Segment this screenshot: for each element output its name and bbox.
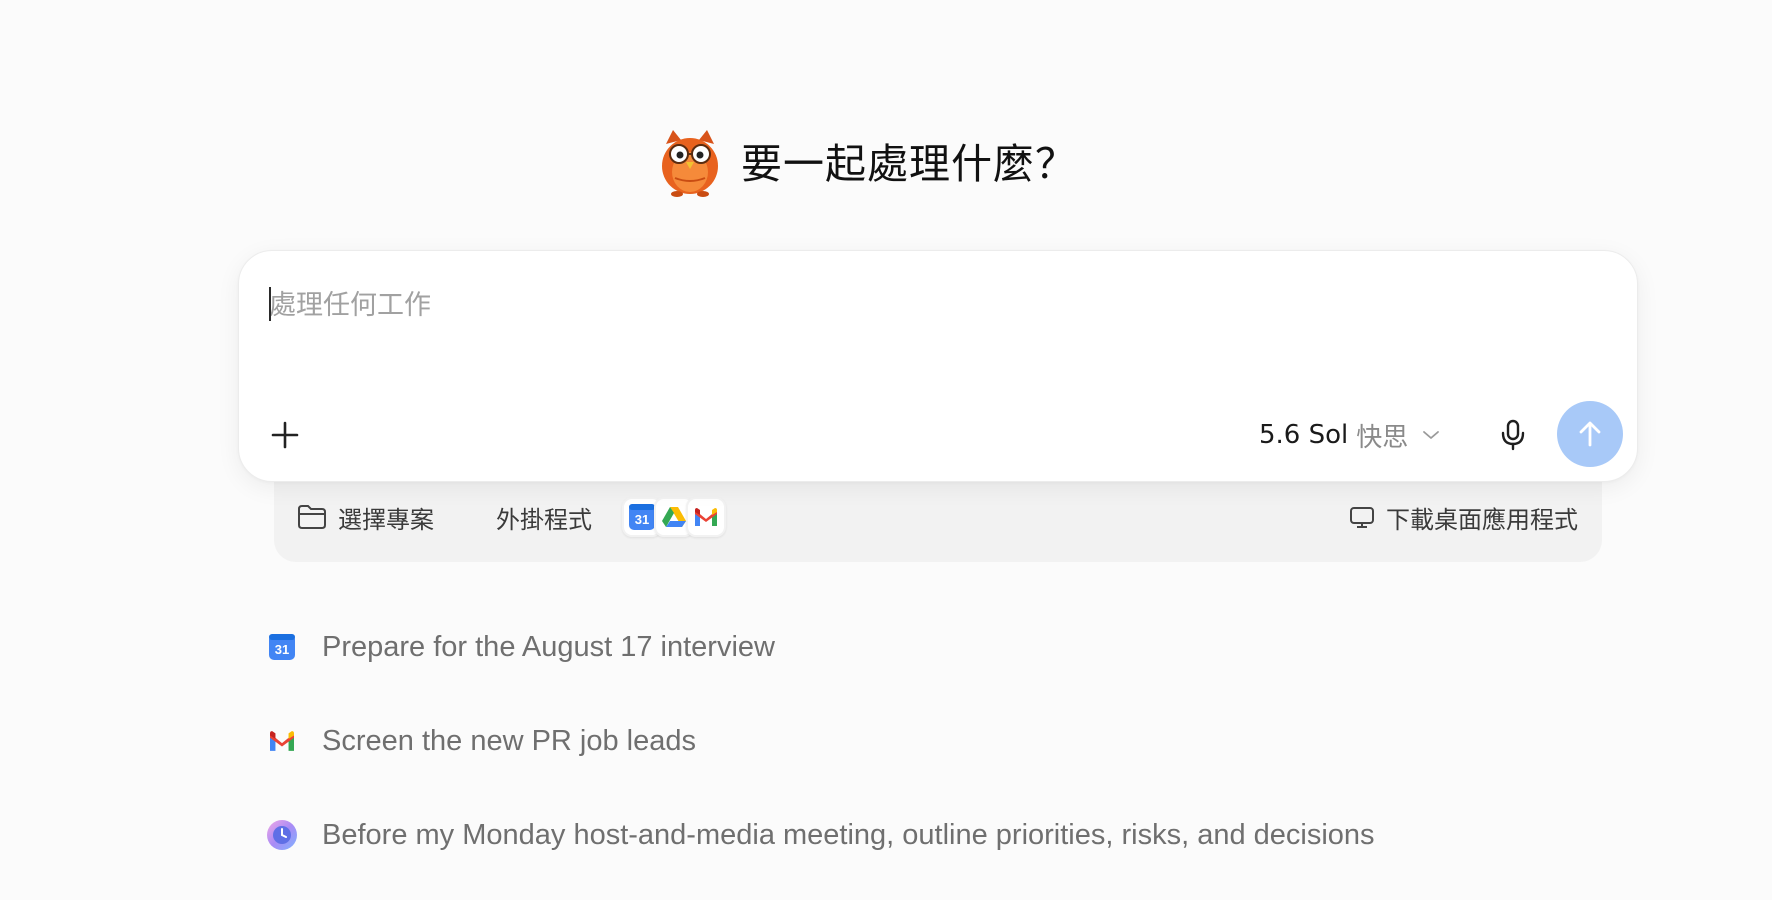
select-project-label: 選擇專案 — [338, 505, 434, 534]
monitor-icon — [1350, 507, 1374, 528]
connected-apps[interactable]: 31 — [622, 496, 726, 538]
plugins-label: 外掛程式 — [496, 505, 592, 534]
suggestion-text: Screen the new PR job leads — [322, 724, 696, 757]
model-mode: 快思 — [1356, 422, 1409, 453]
gmail-chip[interactable] — [686, 497, 726, 537]
suggestion-text: Prepare for the August 17 interview — [322, 630, 775, 663]
folder-icon — [298, 505, 326, 529]
send-button[interactable] — [1557, 401, 1623, 467]
plus-icon — [271, 421, 299, 449]
download-desktop-app-button[interactable]: 下載桌面應用程式 — [1348, 494, 1578, 540]
model-name: 5.6 Sol — [1259, 420, 1349, 450]
plugins-button[interactable]: 外掛程式 — [496, 494, 592, 540]
page: 要一起處理什麼？ 選擇專案 外掛程式 31 下載桌面應用程式 處理任何工作 5.… — [0, 0, 1772, 900]
voice-input-button[interactable] — [1489, 411, 1537, 459]
scheduled-task-icon — [266, 819, 298, 851]
google-drive-icon — [662, 507, 686, 527]
model-selector[interactable]: 5.6 Sol 快思 — [1259, 411, 1469, 459]
google-calendar-icon: 31 — [629, 504, 655, 530]
suggestion-text: Before my Monday host-and-media meeting,… — [322, 818, 1375, 851]
google-calendar-icon: 31 — [266, 631, 298, 663]
prompt-input[interactable] — [269, 275, 1569, 335]
text-caret — [269, 287, 271, 321]
greeting-heading: 要一起處理什麼？ — [0, 112, 1772, 208]
gmail-icon — [695, 508, 717, 526]
suggestion-item[interactable]: Before my Monday host-and-media meeting,… — [266, 788, 1566, 882]
suggestion-calendar-label: 31 — [275, 642, 289, 657]
microphone-icon — [1501, 419, 1525, 451]
page-title: 要一起處理什麼？ — [741, 140, 1077, 188]
arrow-up-icon — [1579, 421, 1601, 447]
select-project-button[interactable]: 選擇專案 — [296, 494, 434, 540]
suggestion-item[interactable]: 31 Prepare for the August 17 interview — [266, 600, 1566, 694]
prompt-composer: 5.6 Sol 快思 — [238, 250, 1638, 482]
composer-tray: 選擇專案 外掛程式 31 下載桌面應用程式 — [274, 470, 1602, 562]
chevron-down-icon — [1422, 429, 1440, 441]
add-attachment-button[interactable] — [261, 411, 309, 459]
owl-mascot-icon — [662, 130, 718, 197]
suggestion-list: 31 Prepare for the August 17 interview S… — [266, 600, 1566, 882]
suggestion-item[interactable]: Screen the new PR job leads — [266, 694, 1566, 788]
gmail-icon — [266, 725, 298, 757]
google-calendar-label: 31 — [635, 512, 649, 527]
download-desktop-app-label: 下載桌面應用程式 — [1386, 505, 1578, 534]
